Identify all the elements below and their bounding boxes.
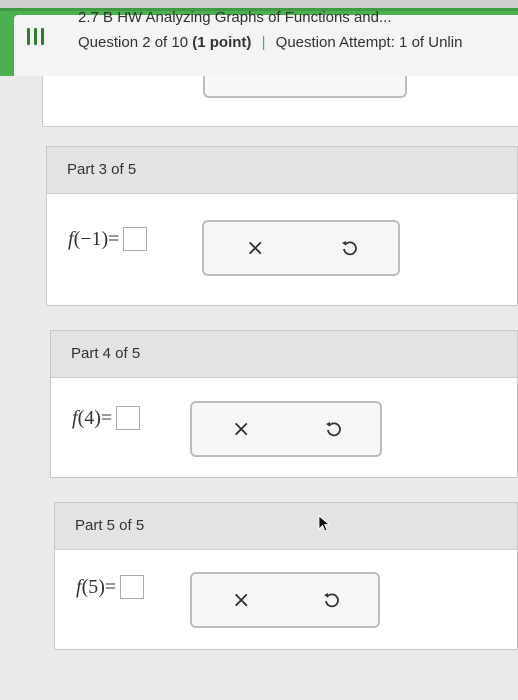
function-arg: (4) [77, 406, 101, 429]
part-3-answer-input[interactable] [123, 227, 148, 251]
mouse-cursor-icon [318, 515, 331, 532]
assignment-title: 2.7 B HW Analyzing Graphs of Functions a… [78, 9, 392, 26]
clear-icon[interactable]: × [232, 417, 250, 442]
part-3-header: Part 3 of 5 [47, 147, 517, 194]
menu-icon[interactable] [22, 22, 50, 50]
header-separator: | [261, 34, 266, 51]
equals-sign: = [100, 406, 113, 429]
part-5-header: Part 5 of 5 [55, 503, 517, 550]
part-4-header: Part 4 of 5 [51, 331, 517, 378]
previous-button-group [203, 76, 407, 98]
question-info: Question 2 of 10 (1 point) | Question At… [78, 34, 462, 51]
part-5-expression: f (5) = [76, 575, 145, 599]
clear-icon[interactable]: × [232, 588, 250, 613]
undo-icon[interactable] [340, 238, 360, 258]
part-3-button-group: × [202, 220, 400, 276]
undo-icon[interactable] [322, 590, 342, 610]
clear-icon[interactable]: × [246, 236, 264, 261]
part-4-title: Part 4 of 5 [71, 345, 141, 362]
part-4-answer-input[interactable] [116, 406, 141, 430]
part-4-expression: f (4) = [72, 406, 141, 430]
part-4-button-group: × [190, 401, 382, 457]
equals-sign: = [104, 575, 117, 598]
function-arg: (−1) [73, 227, 109, 250]
part-3-title: Part 3 of 5 [67, 161, 137, 178]
equals-sign: = [108, 227, 120, 250]
question-number: Question 2 of 10 [78, 34, 189, 51]
part-5-button-group: × [190, 572, 380, 628]
part-5-answer-input[interactable] [120, 575, 145, 599]
function-arg: (5) [81, 575, 105, 598]
question-attempt: Question Attempt: 1 of Unlin [275, 34, 463, 51]
part-5-title: Part 5 of 5 [75, 517, 145, 534]
question-points: (1 point) [192, 34, 252, 51]
part-3-expression: f (−1) = [68, 227, 148, 251]
undo-icon[interactable] [324, 419, 344, 439]
